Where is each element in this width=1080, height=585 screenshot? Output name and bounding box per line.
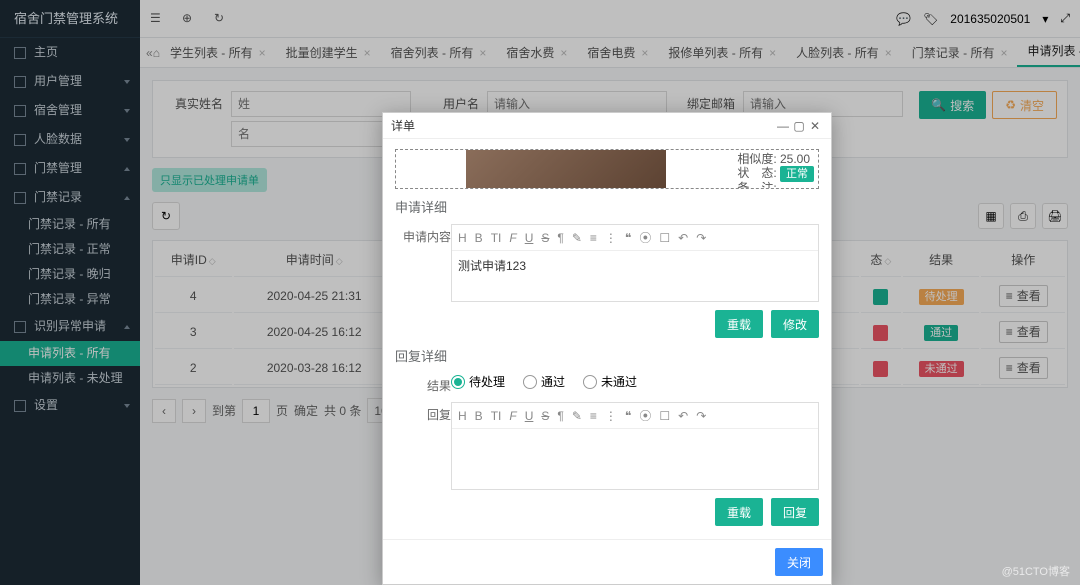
underline-icon[interactable]: U <box>525 409 534 423</box>
italic-icon[interactable]: F <box>509 231 516 245</box>
strike-icon[interactable]: S <box>541 231 549 245</box>
reply-textarea[interactable] <box>452 429 818 489</box>
ti-icon[interactable]: TI <box>491 231 502 245</box>
list-icon[interactable]: ≡ <box>590 231 597 245</box>
redo-icon[interactable]: ↷ <box>696 231 706 245</box>
h-icon[interactable]: H <box>458 409 467 423</box>
watermark: @51CTO博客 <box>1002 563 1070 579</box>
reset2-button[interactable]: 重载 <box>715 498 763 526</box>
image-icon[interactable]: ☐ <box>659 231 670 245</box>
content-textarea[interactable]: 测试申请123 <box>452 251 818 301</box>
editor-toolbar: HB TI FUS ¶ ✎ ≡ ⋮ ❝ ⦿ ☐ ↶ ↷ <box>452 225 818 251</box>
reply-button[interactable]: 回复 <box>771 498 819 526</box>
undo-icon[interactable]: ↶ <box>678 409 688 423</box>
bold-icon[interactable]: B <box>475 409 483 423</box>
strike-icon[interactable]: S <box>541 409 549 423</box>
radio-pending[interactable]: 待处理 <box>451 373 505 390</box>
reply-editor[interactable]: HB TI FUS ¶ ✎ ≡ ⋮ ❝ ⦿ ☐ ↶ ↷ <box>451 402 819 490</box>
pen-icon[interactable]: ✎ <box>572 409 582 423</box>
para-icon[interactable]: ¶ <box>557 409 563 423</box>
content-editor[interactable]: HB TI FUS ¶ ✎ ≡ ⋮ ❝ ⦿ ☐ ↶ ↷ 测试申请123 <box>451 224 819 302</box>
para-icon[interactable]: ¶ <box>557 231 563 245</box>
status-badge: 正常 <box>780 166 814 182</box>
modal-header: 详单 — ▢ ✕ <box>383 113 831 139</box>
modal-body: 相似度: 25.00 状 态: 正常 备 注: 申请详细 申请内容 HBTIFU… <box>383 139 831 539</box>
modal-title: 详单 <box>391 117 775 134</box>
result-label: 结果 <box>395 373 451 394</box>
more-icon[interactable]: ⋮ <box>605 409 617 423</box>
editor-toolbar: HB TI FUS ¶ ✎ ≡ ⋮ ❝ ⦿ ☐ ↶ ↷ <box>452 403 818 429</box>
reply-label: 回复 <box>395 402 451 423</box>
radio-reject[interactable]: 未通过 <box>583 373 637 390</box>
close-icon[interactable]: ✕ <box>807 119 823 133</box>
italic-icon[interactable]: F <box>509 409 516 423</box>
modal-footer: 关闭 <box>383 539 831 584</box>
result-radio-group: 待处理 通过 未通过 <box>451 373 637 390</box>
detail-modal: 详单 — ▢ ✕ 相似度: 25.00 状 态: 正常 备 注: 申请详细 申请… <box>382 112 832 585</box>
content-label: 申请内容 <box>395 224 451 245</box>
redo-icon[interactable]: ↷ <box>696 409 706 423</box>
quote-icon[interactable]: ❝ <box>625 231 631 245</box>
image-container: 相似度: 25.00 状 态: 正常 备 注: <box>395 149 819 189</box>
h-icon[interactable]: H <box>458 231 467 245</box>
radio-icon <box>583 375 597 389</box>
image-icon[interactable]: ☐ <box>659 409 670 423</box>
section-reply-title: 回复详细 <box>395 346 819 365</box>
disc-icon[interactable]: ⦿ <box>639 229 651 246</box>
list-icon[interactable]: ≡ <box>590 409 597 423</box>
minimize-icon[interactable]: — <box>775 119 791 133</box>
radio-icon <box>523 375 537 389</box>
bold-icon[interactable]: B <box>475 231 483 245</box>
radio-icon <box>451 375 465 389</box>
radio-pass[interactable]: 通过 <box>523 373 565 390</box>
modify-button[interactable]: 修改 <box>771 310 819 338</box>
section-apply-title: 申请详细 <box>395 197 819 216</box>
disc-icon[interactable]: ⦿ <box>639 407 651 424</box>
reset-button[interactable]: 重载 <box>715 310 763 338</box>
close-button[interactable]: 关闭 <box>775 548 823 576</box>
maximize-icon[interactable]: ▢ <box>791 119 807 133</box>
pen-icon[interactable]: ✎ <box>572 231 582 245</box>
ti-icon[interactable]: TI <box>491 409 502 423</box>
more-icon[interactable]: ⋮ <box>605 231 617 245</box>
underline-icon[interactable]: U <box>525 231 534 245</box>
quote-icon[interactable]: ❝ <box>625 409 631 423</box>
undo-icon[interactable]: ↶ <box>678 231 688 245</box>
face-image <box>466 150 666 189</box>
